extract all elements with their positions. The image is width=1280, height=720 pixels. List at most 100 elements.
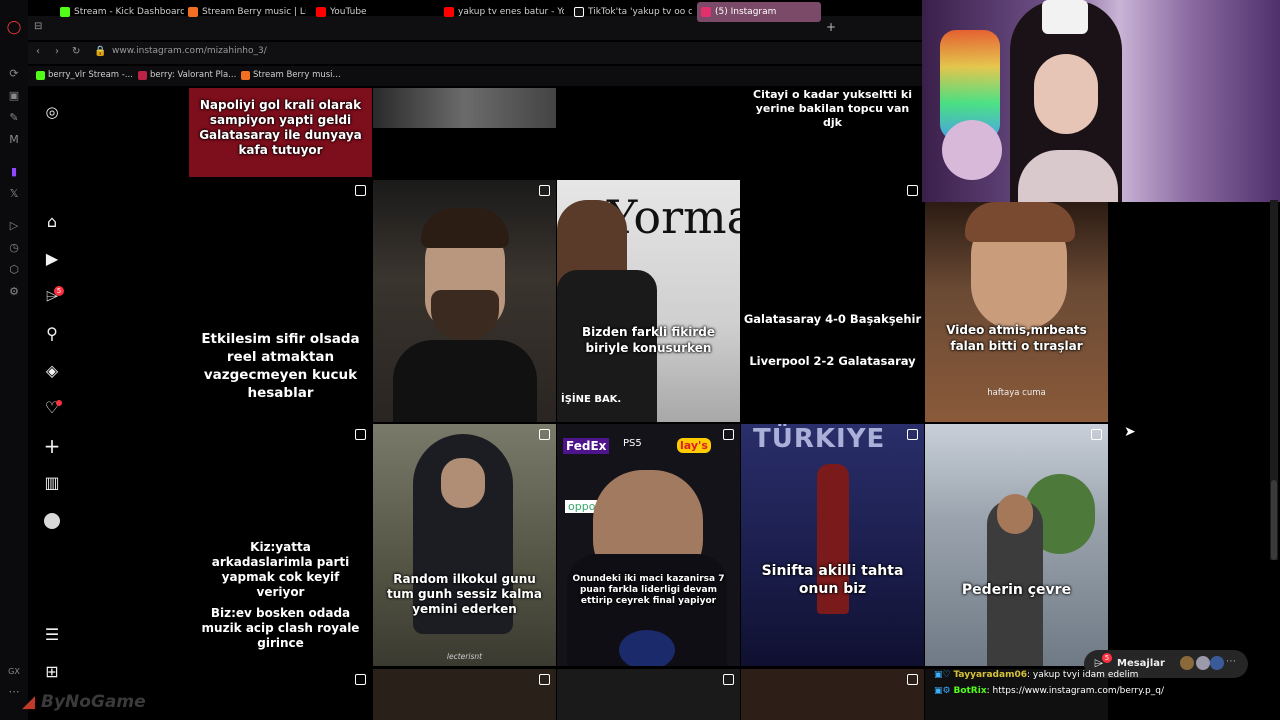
url-input[interactable]: www.instagram.com/mizahinho_3/ — [112, 46, 267, 56]
history-icon[interactable]: ◷ — [6, 240, 22, 256]
reel-icon — [723, 429, 734, 440]
reel-icon — [907, 429, 918, 440]
post-tile[interactable] — [741, 669, 924, 720]
back-icon[interactable]: ‹ — [36, 46, 40, 57]
person-shirt — [393, 340, 537, 422]
reel-icon — [1091, 429, 1102, 440]
ucl-logo — [619, 630, 675, 666]
post-tile[interactable]: Pederin çevre — [925, 424, 1108, 666]
reload-icon[interactable]: ↻ — [72, 46, 80, 57]
messages-badge: 5 — [54, 286, 64, 296]
player-icon[interactable]: ▷ — [6, 218, 22, 234]
reel-icon — [539, 185, 550, 196]
post-tile[interactable]: Video atmis,mrbeats falan bitti o tıraşl… — [925, 200, 1108, 422]
opera-logo-icon[interactable]: ◯ — [6, 20, 22, 36]
more-dots-icon[interactable]: ⋯ — [6, 684, 22, 700]
home-icon[interactable]: ⌂ — [42, 212, 62, 232]
dashboard-icon[interactable]: ▥ — [42, 473, 62, 493]
post-tile[interactable] — [373, 669, 556, 720]
person-beard — [431, 290, 499, 340]
tab-instagram[interactable]: (5) Instagram — [697, 2, 821, 22]
reel-icon — [355, 674, 366, 685]
twitch-icon[interactable]: ▮ — [6, 164, 22, 180]
also-from-meta-icon[interactable]: ⊞ — [42, 662, 62, 682]
avatar — [1210, 656, 1224, 670]
post-tile[interactable]: Kiz:yatta arkadaslarimla parti yapmak co… — [189, 424, 372, 666]
profile-avatar[interactable] — [44, 513, 60, 529]
watermark-mark-icon: ◢ — [22, 692, 36, 712]
reel-icon — [907, 674, 918, 685]
person-hair — [421, 208, 509, 248]
chat-badge-icon: ▣⚙ — [934, 686, 951, 696]
post-tile[interactable]: Yorma Bizden farkli fikirde biriyle konu… — [557, 180, 740, 422]
avatar — [1196, 656, 1210, 670]
camera-device — [1042, 0, 1088, 34]
post-tile[interactable] — [557, 669, 740, 720]
post-tile[interactable] — [373, 180, 556, 422]
tab-tiktok[interactable]: TikTok'ta 'yakup tv oo don — [570, 2, 692, 22]
webcam-overlay — [922, 0, 1280, 202]
youtube-icon — [444, 7, 454, 17]
tab-kick-dashboard[interactable]: Stream - Kick Dashboard — [56, 2, 184, 22]
post-tile[interactable]: Galatasaray 4-0 Başakşehir Liverpool 2-2… — [741, 180, 924, 422]
bookmark-stream-berry[interactable]: Stream Berry musi... — [241, 70, 341, 80]
messages-pill-badge: 5 — [1102, 653, 1112, 663]
person-face — [441, 458, 485, 508]
pencil-icon[interactable]: ✎ — [6, 110, 22, 126]
mouse-cursor-icon: ➤ — [1124, 424, 1136, 440]
streamer-shirt — [1018, 150, 1118, 202]
youtube-icon — [316, 7, 326, 17]
instagram-icon — [701, 7, 711, 17]
post-tile[interactable] — [189, 669, 372, 720]
post-tile[interactable]: Etkilesim sifir olsada reel atmaktan vaz… — [189, 180, 372, 422]
post-tile[interactable] — [373, 88, 556, 128]
messenger-icon[interactable]: M — [6, 132, 22, 148]
lock-icon: 🔒 — [94, 46, 107, 57]
post-tile[interactable]: FedEx lay's PS5 oppo Onundeki iki maci k… — [557, 424, 740, 666]
soundcloud-icon — [188, 7, 198, 17]
extensions-icon[interactable]: ⬡ — [6, 262, 22, 278]
bag-icon[interactable]: ▣ — [6, 88, 22, 104]
reels-icon[interactable]: ▶ — [42, 249, 62, 269]
avatar — [1180, 656, 1194, 670]
watermark-logo: ◢ ByNoGame — [22, 692, 146, 712]
post-tile[interactable]: Citayi o kadar yukseltti ki yerine bakil… — [741, 88, 924, 177]
chat-message: ▣♡ Tayyaradam06: yakup tvyi idam edelim — [934, 670, 1139, 680]
post-tile[interactable]: Napoliyi gol krali olarak sampiyon yapti… — [189, 88, 372, 177]
search-icon[interactable]: ⚲ — [42, 324, 62, 344]
valorant-icon — [138, 71, 147, 80]
bookmark-kick[interactable]: berry_vlr Stream -... — [36, 70, 133, 80]
scrollbar-thumb[interactable] — [1271, 480, 1277, 560]
post-tile[interactable] — [557, 88, 740, 177]
settings-gear-icon[interactable]: ⚙ — [6, 284, 22, 300]
tab-youtube-yakup[interactable]: yakup tv enes batur - You — [440, 2, 564, 22]
tab-youtube[interactable]: YouTube — [312, 2, 432, 22]
person-face — [997, 494, 1033, 534]
post-tile[interactable]: TÜRKIYE Sinifta akilli tahta onun biz — [741, 424, 924, 666]
tab-stream-berry[interactable]: Stream Berry music | Liste — [184, 2, 306, 22]
reel-icon — [723, 674, 734, 685]
notification-dot — [56, 400, 62, 406]
workspaces-icon[interactable]: ⊟ — [34, 20, 48, 34]
new-tab-button[interactable]: + — [824, 18, 838, 36]
speed-dial-icon[interactable]: ⟳ — [6, 66, 22, 82]
create-plus-icon[interactable]: + — [42, 436, 62, 456]
chat-message: ▣⚙ BotRix: https://www.instagram.com/ber… — [934, 686, 1164, 696]
soundcloud-icon — [241, 71, 250, 80]
bookmark-valorant[interactable]: berry: Valorant Pla... — [138, 70, 236, 80]
person-hat — [965, 202, 1075, 242]
reel-icon — [355, 429, 366, 440]
instagram-logo-icon[interactable]: ◎ — [42, 102, 62, 122]
post-tile[interactable]: Random ilkokul gunu tum gunh sessiz kalm… — [373, 424, 556, 666]
explore-icon[interactable]: ◈ — [42, 361, 62, 381]
menu-hamburger-icon[interactable]: ☰ — [42, 625, 62, 645]
reel-icon — [355, 185, 366, 196]
reel-icon — [539, 429, 550, 440]
x-icon[interactable]: 𝕏 — [6, 186, 22, 202]
forward-icon[interactable]: › — [55, 46, 59, 57]
streamer-face — [1034, 54, 1098, 134]
plush-toy — [942, 120, 1002, 180]
reel-icon — [907, 185, 918, 196]
kick-icon — [36, 71, 45, 80]
gx-icon[interactable]: GX — [6, 664, 22, 680]
